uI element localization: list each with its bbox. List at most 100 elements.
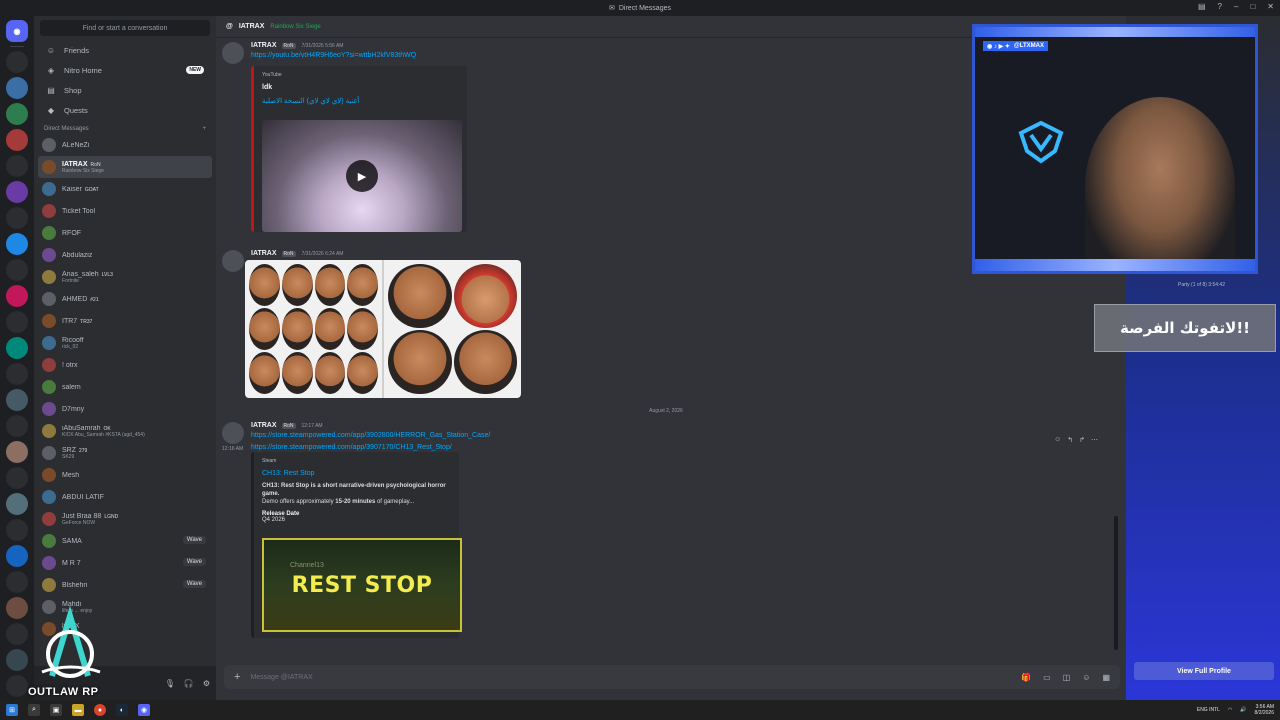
windows-start-icon[interactable]: ⊞	[6, 704, 18, 716]
steam-icon[interactable]: ◐	[116, 704, 128, 716]
server-icon[interactable]	[6, 103, 28, 125]
dm-item[interactable]: ITR7 TR37	[38, 310, 212, 332]
add-attachment-icon[interactable]: +	[234, 671, 240, 683]
server-icon[interactable]	[6, 207, 28, 229]
language-indicator[interactable]: ENG INTL	[1197, 707, 1220, 713]
server-icon[interactable]	[6, 519, 28, 541]
server-icon[interactable]	[6, 259, 28, 281]
wifi-icon[interactable]: ◠	[1228, 707, 1232, 713]
server-icon[interactable]	[6, 129, 28, 151]
server-icon[interactable]	[6, 415, 28, 437]
server-icon[interactable]	[6, 337, 28, 359]
help-icon[interactable]: ?	[1218, 2, 1222, 11]
headphones-icon[interactable]: 🎧	[184, 679, 194, 688]
reply-icon[interactable]: ↰	[1067, 436, 1073, 444]
chrome-icon[interactable]: ●	[94, 704, 106, 716]
video-thumbnail[interactable]: ▶	[262, 120, 462, 232]
wave-button[interactable]: Wave	[182, 580, 206, 588]
server-icon[interactable]	[6, 571, 28, 593]
gear-icon[interactable]: ⚙	[203, 679, 210, 688]
dm-item[interactable]: Anas_saleh LVL3 Fortnite	[38, 266, 212, 288]
maximize-button[interactable]: □	[1250, 2, 1255, 11]
embed-title[interactable]: CH13: Rest Stop	[262, 470, 451, 477]
avatar[interactable]	[222, 422, 244, 444]
play-icon[interactable]: ▶	[346, 160, 378, 192]
server-icon[interactable]	[6, 467, 28, 489]
dm-item[interactable]: RFOF	[38, 222, 212, 244]
message-author[interactable]: IATRAX	[251, 250, 277, 257]
dm-item[interactable]: Abdulaziz	[38, 244, 212, 266]
server-icon[interactable]	[6, 233, 28, 255]
volume-icon[interactable]: 🔊	[1240, 707, 1246, 713]
dm-item[interactable]: Kaiser GOAT	[38, 178, 212, 200]
discord-home-icon[interactable]: ◉	[6, 20, 28, 42]
dm-item[interactable]: iAbuSamrah OK KICK Abu_Samrah #KSTA (ugd_4…	[38, 420, 212, 442]
sticker-image[interactable]	[245, 260, 521, 398]
server-icon[interactable]	[6, 77, 28, 99]
server-icon[interactable]	[6, 285, 28, 307]
dm-item[interactable]: AHMED #21	[38, 288, 212, 310]
reaction-icon[interactable]: ☺	[1054, 436, 1061, 444]
chat-header-name[interactable]: IATRAX	[239, 23, 265, 30]
file-explorer-icon[interactable]: ▬	[72, 704, 84, 716]
clock[interactable]: 3:56 AM 8/2/2026	[1255, 704, 1274, 716]
add-dm-button[interactable]: +	[202, 126, 206, 132]
embed-title[interactable]: ldk	[262, 84, 459, 91]
search-input[interactable]: Find or start a conversation	[40, 20, 210, 36]
message-link[interactable]: https://store.steampowered.com/app/39028…	[251, 432, 490, 439]
embed-provider[interactable]: YouTube	[262, 72, 459, 78]
sticker-icon[interactable]: ◫	[1063, 673, 1071, 682]
nav-item-friends[interactable]: ☺ Friends	[40, 40, 210, 60]
dm-item[interactable]: ALeNeZi	[38, 134, 212, 156]
server-icon[interactable]	[6, 441, 28, 463]
emoji-icon[interactable]: ☺	[1082, 673, 1090, 682]
mic-icon[interactable]: 🎙	[165, 679, 175, 688]
server-icon[interactable]	[6, 155, 28, 177]
dm-item[interactable]: salem	[38, 376, 212, 398]
dm-item[interactable]: M R 7 Wave	[38, 552, 212, 574]
game-banner[interactable]: Channel13 REST STOP	[262, 538, 462, 632]
forward-icon[interactable]: ↱	[1079, 436, 1085, 444]
message-link[interactable]: https://store.steampowered.com/app/39071…	[251, 444, 452, 451]
server-icon[interactable]	[6, 363, 28, 385]
avatar[interactable]	[222, 42, 244, 64]
wave-button[interactable]: Wave	[182, 536, 206, 544]
search-icon[interactable]: ⌕	[28, 704, 40, 716]
composer-input[interactable]: Message @IATRAX	[250, 674, 312, 681]
server-icon[interactable]	[6, 181, 28, 203]
nav-item-shop[interactable]: ▤ Shop	[40, 80, 210, 100]
dm-item[interactable]: SAMA Wave	[38, 530, 212, 552]
avatar[interactable]	[222, 250, 244, 272]
dm-item[interactable]: IATRAX RoN Rainbow Six Siege	[38, 156, 212, 178]
message-author[interactable]: IATRAX	[251, 422, 277, 429]
dm-item[interactable]: Ricooff rick_92	[38, 332, 212, 354]
server-icon[interactable]	[6, 51, 28, 73]
nav-item-nitro-home[interactable]: ◈ Nitro Home NEW	[40, 60, 210, 80]
dm-item[interactable]: Mesh	[38, 464, 212, 486]
message-composer[interactable]: + Message @IATRAX 🎁 ▭ ◫ ☺ ▦	[224, 665, 1120, 689]
apps-icon[interactable]: ▦	[1102, 673, 1110, 682]
view-full-profile-button[interactable]: View Full Profile	[1134, 662, 1274, 680]
inbox-icon[interactable]: ▤	[1198, 2, 1206, 11]
embed-video-title[interactable]: أغنية (لاي لاي لاي) النسخة الاصلية	[262, 97, 459, 105]
taskview-icon[interactable]: ▣	[50, 704, 62, 716]
dm-item[interactable]: SRZ 279 SK29	[38, 442, 212, 464]
dm-item[interactable]: Just Braa 88 LGND GeForce NOW	[38, 508, 212, 530]
server-icon[interactable]	[6, 545, 28, 567]
message-link[interactable]: https://youtu.be/vtH4R9H6eoY?si=wttbH2kf…	[251, 52, 416, 59]
server-icon[interactable]	[6, 493, 28, 515]
message-author[interactable]: IATRAX	[251, 42, 277, 49]
close-button[interactable]: ✕	[1267, 2, 1274, 11]
minimize-button[interactable]: –	[1234, 2, 1238, 11]
dm-item[interactable]: ! otrx	[38, 354, 212, 376]
nav-item-quests[interactable]: ◆ Quests	[40, 100, 210, 120]
scrollbar[interactable]	[1114, 516, 1118, 650]
server-icon[interactable]	[6, 311, 28, 333]
more-icon[interactable]: ⋯	[1091, 436, 1098, 444]
dm-item[interactable]: Ticket Tool	[38, 200, 212, 222]
dm-item[interactable]: Blshehri Wave	[38, 574, 212, 596]
wave-button[interactable]: Wave	[182, 558, 206, 566]
dm-item[interactable]: D7mny	[38, 398, 212, 420]
gif-icon[interactable]: ▭	[1043, 673, 1051, 682]
discord-icon[interactable]: ◉	[138, 704, 150, 716]
